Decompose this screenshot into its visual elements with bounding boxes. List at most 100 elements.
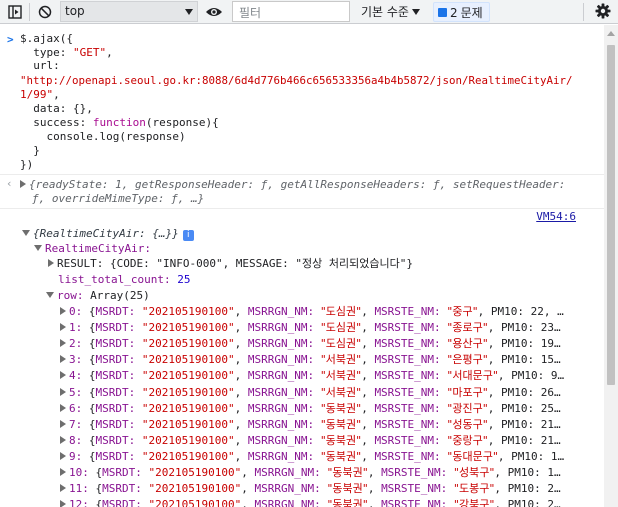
field-value-pm10: PM10: 2… <box>507 482 561 496</box>
punct <box>314 402 321 415</box>
punct <box>314 418 321 431</box>
array-row[interactable]: 6: {MSRDT: "202105190100", MSRRGN_NM: "동… <box>60 401 604 417</box>
field-value-pm10: PM10: 19… <box>501 337 561 351</box>
field-value-station: "동대문구" <box>447 449 498 463</box>
field-key: MSRSTE_NM: <box>374 433 441 447</box>
field-value-pm10: PM10: 21… <box>501 417 561 431</box>
expand-triangle-icon[interactable] <box>60 500 66 507</box>
punct: , <box>487 401 502 415</box>
expand-triangle-icon[interactable] <box>60 387 66 396</box>
tree-node-result[interactable]: RESULT: {CODE: "INFO-000", MESSAGE: "정상 … <box>48 256 604 272</box>
array-row[interactable]: 10: {MSRDT: "202105190100", MSRRGN_NM: "… <box>60 465 604 481</box>
punct <box>314 353 321 366</box>
array-row[interactable]: 11: {MSRDT: "202105190100", MSRRGN_NM: "… <box>60 481 604 497</box>
field-value-pm10: PM10: 1… <box>507 466 561 479</box>
context-select[interactable]: top <box>60 1 198 22</box>
field-value-date: "202105190100" <box>148 498 242 507</box>
field-value-station: "종로구" <box>447 321 488 335</box>
punct: , <box>361 417 375 431</box>
clear-console-button[interactable] <box>34 2 56 22</box>
field-value-region: "서북권" <box>320 353 362 367</box>
expand-triangle-icon[interactable] <box>60 468 66 476</box>
expand-triangle-icon[interactable] <box>60 484 66 493</box>
expand-triangle-icon[interactable] <box>60 339 66 348</box>
log-level-dropdown[interactable]: 기본 수준 <box>361 3 420 20</box>
array-row[interactable]: 2: {MSRDT: "202105190100", MSRRGN_NM: "도… <box>60 336 604 352</box>
field-key: MSRDT: <box>95 385 136 399</box>
punct <box>447 498 454 507</box>
field-value-pm10: PM10: 26… <box>501 385 561 399</box>
array-row[interactable]: 0: {MSRDT: "202105190100", MSRRGN_NM: "도… <box>60 304 604 320</box>
punct: , <box>234 449 248 463</box>
array-row[interactable]: 3: {MSRDT: "202105190100", MSRRGN_NM: "서… <box>60 352 604 368</box>
field-value-region: "동북권" <box>320 401 362 415</box>
expand-triangle-icon[interactable] <box>60 419 66 428</box>
source-link[interactable]: VM54:6 <box>536 210 576 223</box>
sidebar-toggle-button[interactable] <box>4 2 26 22</box>
punct <box>314 337 321 350</box>
field-key: MSRDT: <box>95 305 136 318</box>
field-key: MSRRGN_NM: <box>247 417 315 431</box>
field-key: MSRDT: <box>95 401 136 415</box>
log-root-object[interactable]: {RealtimeCityAir: {…}} i <box>22 226 604 242</box>
punct: , <box>234 369 248 383</box>
field-key: MSRSTE_NM: <box>374 401 441 415</box>
array-row[interactable]: 8: {MSRDT: "202105190100", MSRRGN_NM: "동… <box>60 433 604 449</box>
expand-triangle-icon[interactable] <box>20 180 26 188</box>
field-value-date: "202105190100" <box>148 482 242 496</box>
punct: , <box>361 385 375 399</box>
punct <box>314 434 321 447</box>
tree-node-row[interactable]: row: Array(25) <box>46 288 604 304</box>
expand-triangle-icon[interactable] <box>48 259 54 267</box>
field-key: MSRRGN_NM: <box>254 482 321 496</box>
expand-triangle-icon[interactable] <box>60 355 66 364</box>
punct: { <box>82 385 96 399</box>
punct <box>314 321 321 334</box>
info-icon[interactable]: i <box>182 230 194 241</box>
collapse-triangle-icon[interactable] <box>34 245 42 251</box>
field-key: MSRSTE_NM: <box>381 498 448 507</box>
punct: , <box>241 466 255 479</box>
issues-button[interactable]: 2 문제 <box>433 2 490 22</box>
array-row[interactable]: 7: {MSRDT: "202105190100", MSRRGN_NM: "동… <box>60 417 604 433</box>
filter-input[interactable]: 필터 <box>232 1 350 22</box>
field-key: MSRRGN_NM: <box>247 305 315 318</box>
punct <box>142 482 149 495</box>
message-divider <box>0 174 604 175</box>
field-value-station: "강북구" <box>453 498 495 507</box>
live-expression-button[interactable] <box>203 2 225 22</box>
array-row[interactable]: 5: {MSRDT: "202105190100", MSRRGN_NM: "서… <box>60 385 604 401</box>
expand-triangle-icon[interactable] <box>60 435 66 444</box>
settings-button[interactable] <box>595 3 611 22</box>
punct <box>135 353 142 366</box>
expand-triangle-icon[interactable] <box>60 403 66 412</box>
row-index: 3: <box>69 353 83 367</box>
punct: { <box>88 466 103 479</box>
punct: , <box>497 449 512 463</box>
field-value-region: "도심권" <box>320 321 362 335</box>
vertical-scrollbar[interactable] <box>604 25 618 507</box>
tree-node-realtimecityair[interactable]: RealtimeCityAir: <box>34 241 604 257</box>
expand-triangle-icon[interactable] <box>60 371 66 380</box>
scroll-thumb[interactable] <box>607 45 615 385</box>
scroll-up-arrow-icon[interactable] <box>607 31 615 36</box>
expand-triangle-icon[interactable] <box>60 307 66 315</box>
array-row[interactable]: 12: {MSRDT: "202105190100", MSRRGN_NM: "… <box>60 497 604 507</box>
expand-triangle-icon[interactable] <box>60 323 66 332</box>
console-toolbar: top 필터 기본 수준 2 문제 <box>0 0 618 24</box>
punct: { <box>82 417 96 431</box>
field-key: MSRSTE_NM: <box>374 449 441 463</box>
array-row[interactable]: 9: {MSRDT: "202105190100", MSRRGN_NM: "동… <box>60 449 604 465</box>
array-row[interactable]: 1: {MSRDT: "202105190100", MSRRGN_NM: "도… <box>60 320 604 336</box>
punct: , <box>494 498 508 507</box>
array-row[interactable]: 4: {MSRDT: "202105190100", MSRRGN_NM: "서… <box>60 368 604 384</box>
collapse-triangle-icon[interactable] <box>46 292 54 298</box>
field-value-region: "동북권" <box>327 482 368 496</box>
field-value-date: "202105190100" <box>141 337 235 351</box>
field-value-station: "용산구" <box>447 337 488 351</box>
field-key: MSRDT: <box>95 369 136 383</box>
expand-triangle-icon[interactable] <box>60 451 66 460</box>
collapse-triangle-icon[interactable] <box>22 230 30 236</box>
field-value-pm10: PM10: 2… <box>507 498 561 507</box>
punct <box>447 482 454 495</box>
